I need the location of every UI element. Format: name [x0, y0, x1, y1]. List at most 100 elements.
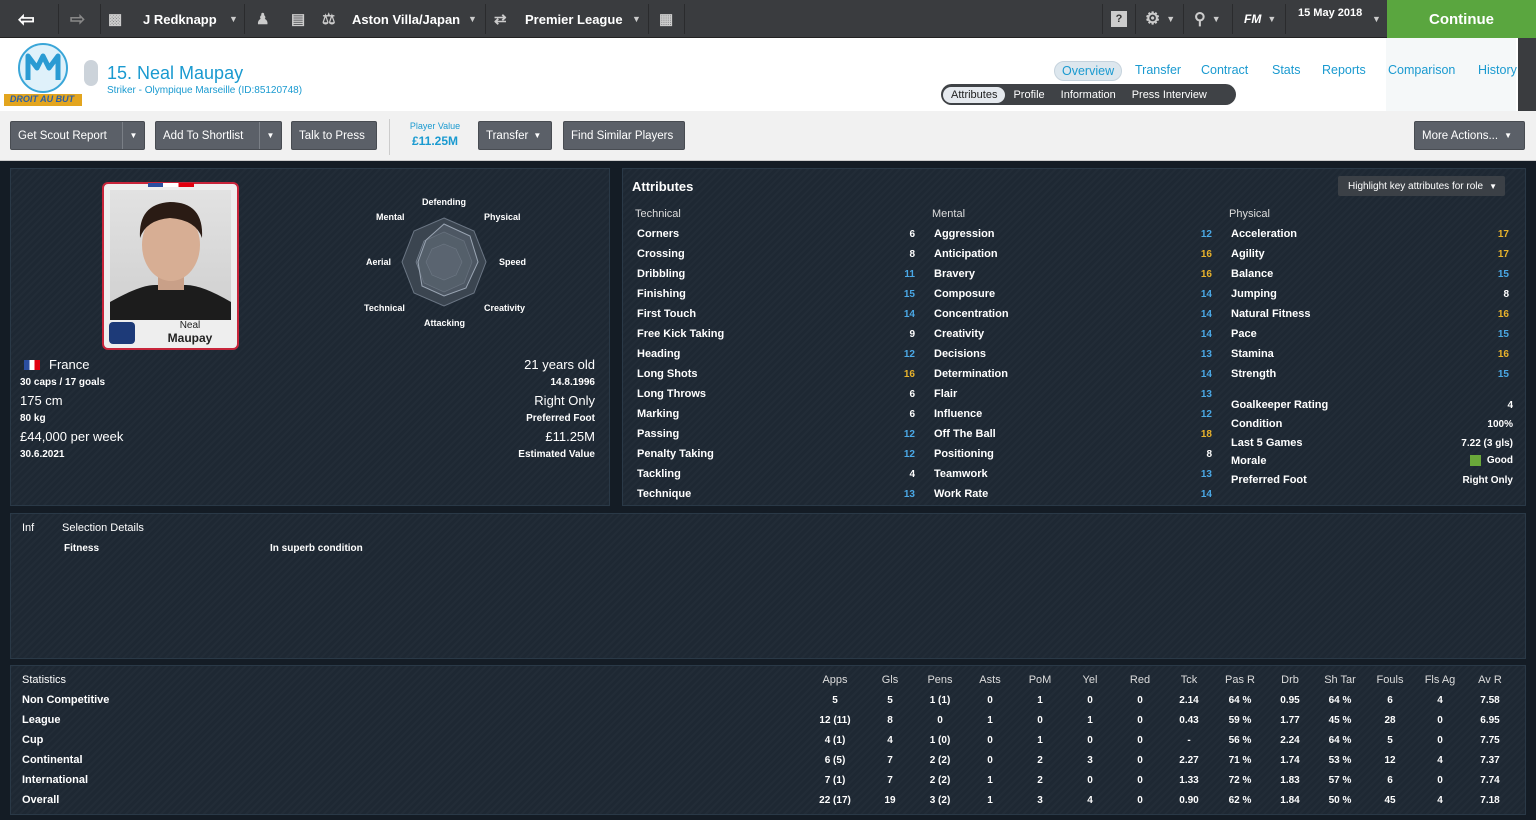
- attribute-row-stamina[interactable]: Stamina 16: [1231, 344, 1509, 364]
- stat-header-sh-tar[interactable]: Sh Tar: [1320, 674, 1360, 686]
- stat-header-av-r[interactable]: Av R: [1470, 674, 1510, 686]
- attribute-row-composure[interactable]: Composure 14: [934, 284, 1212, 304]
- attribute-row-anticipation[interactable]: Anticipation 16: [934, 244, 1212, 264]
- attribute-row-creativity[interactable]: Creativity 14: [934, 324, 1212, 344]
- attribute-row-strength[interactable]: Strength 15: [1231, 364, 1509, 384]
- club-dropdown-icon[interactable]: ▼: [468, 0, 477, 38]
- chevron-down-icon[interactable]: ▼: [259, 122, 281, 149]
- subtab-profile[interactable]: Profile: [1005, 87, 1052, 103]
- shortlist-button[interactable]: Add To Shortlist ▼: [155, 121, 282, 150]
- attribute-row-free-kick-taking[interactable]: Free Kick Taking 9: [637, 324, 915, 344]
- attribute-row-long-throws[interactable]: Long Throws 6: [637, 384, 915, 404]
- subtab-information[interactable]: Information: [1053, 87, 1124, 103]
- continue-button[interactable]: Continue: [1387, 0, 1536, 38]
- stat-header-red[interactable]: Red: [1120, 674, 1160, 686]
- stat-header-drb[interactable]: Drb: [1270, 674, 1310, 686]
- tab-transfer[interactable]: Transfer: [1135, 63, 1181, 77]
- fm-menu[interactable]: FM ▼: [1244, 0, 1276, 38]
- attribute-row-off-the-ball[interactable]: Off The Ball 18: [934, 424, 1212, 444]
- clipboard-icon[interactable]: ▤: [291, 0, 305, 38]
- stat-header-pom[interactable]: PoM: [1020, 674, 1060, 686]
- attribute-row-long-shots[interactable]: Long Shots 16: [637, 364, 915, 384]
- manager-menu[interactable]: J Redknapp: [143, 0, 217, 38]
- chevron-down-icon[interactable]: ▼: [122, 122, 144, 149]
- help-icon[interactable]: ?: [1111, 0, 1127, 38]
- attribute-row-finishing[interactable]: Finishing 15: [637, 284, 915, 304]
- stat-header-pas-r[interactable]: Pas R: [1220, 674, 1260, 686]
- find-similar-button[interactable]: Find Similar Players: [563, 121, 685, 150]
- manager-dropdown-icon[interactable]: ▼: [229, 0, 238, 38]
- tab-history[interactable]: History: [1478, 63, 1517, 77]
- talk-to-press-button[interactable]: Talk to Press: [291, 121, 377, 150]
- attribute-row-concentration[interactable]: Concentration 14: [934, 304, 1212, 324]
- attribute-row-positioning[interactable]: Positioning 8: [934, 444, 1212, 464]
- nationality[interactable]: France: [49, 357, 89, 372]
- attribute-row-agility[interactable]: Agility 17: [1231, 244, 1509, 264]
- more-actions-button[interactable]: More Actions... ▼: [1414, 121, 1525, 150]
- attribute-row-pace[interactable]: Pace 15: [1231, 324, 1509, 344]
- transfer-button[interactable]: Transfer ▼: [478, 121, 552, 150]
- attribute-row-jumping[interactable]: Jumping 8: [1231, 284, 1509, 304]
- back-icon[interactable]: ⇦: [18, 0, 35, 38]
- attribute-row-preferred-foot[interactable]: Preferred Foot Right Only: [1231, 470, 1513, 490]
- tab-comparison[interactable]: Comparison: [1388, 63, 1455, 77]
- attribute-row-first-touch[interactable]: First Touch 14: [637, 304, 915, 324]
- attribute-row-influence[interactable]: Influence 12: [934, 404, 1212, 424]
- attribute-row-dribbling[interactable]: Dribbling 11: [637, 264, 915, 284]
- people-icon[interactable]: ♟: [256, 0, 269, 38]
- calendar-icon[interactable]: ▦: [659, 0, 673, 38]
- attribute-row-morale[interactable]: Morale Good: [1231, 451, 1513, 471]
- attribute-row-bravery[interactable]: Bravery 16: [934, 264, 1212, 284]
- league-dropdown-icon[interactable]: ▼: [632, 0, 641, 38]
- scales-icon[interactable]: ⚖: [322, 0, 335, 38]
- attribute-row-work-rate[interactable]: Work Rate 14: [934, 484, 1212, 504]
- transfer-arrows-icon[interactable]: ⇄: [494, 0, 507, 38]
- tab-contract[interactable]: Contract: [1201, 63, 1248, 77]
- stat-header-fls-ag[interactable]: Fls Ag: [1420, 674, 1460, 686]
- attribute-row-corners[interactable]: Corners 6: [637, 224, 915, 244]
- attribute-row-decisions[interactable]: Decisions 13: [934, 344, 1212, 364]
- tab-overview[interactable]: Overview: [1054, 61, 1123, 81]
- stat-header-fouls[interactable]: Fouls: [1370, 674, 1410, 686]
- globe-icon[interactable]: ⚙ ▼: [1145, 0, 1175, 38]
- attribute-row-marking[interactable]: Marking 6: [637, 404, 915, 424]
- league-menu[interactable]: Premier League: [525, 0, 623, 38]
- attribute-row-goalkeeper-rating[interactable]: Goalkeeper Rating 4: [1231, 395, 1513, 415]
- attribute-row-crossing[interactable]: Crossing 8: [637, 244, 915, 264]
- stat-header-yel[interactable]: Yel: [1070, 674, 1110, 686]
- attribute-row-natural-fitness[interactable]: Natural Fitness 16: [1231, 304, 1509, 324]
- subtab-attributes[interactable]: Attributes: [943, 86, 1006, 103]
- stat-header-gls[interactable]: Gls: [870, 674, 910, 686]
- subtab-press-interview[interactable]: Press Interview: [1124, 87, 1215, 103]
- attribute-value: 17: [1497, 228, 1509, 240]
- stat-header-asts[interactable]: Asts: [970, 674, 1010, 686]
- club-menu[interactable]: Aston Villa/Japan: [352, 0, 460, 38]
- stat-header-apps[interactable]: Apps: [815, 674, 855, 686]
- attribute-row-tackling[interactable]: Tackling 4: [637, 464, 915, 484]
- attribute-row-technique[interactable]: Technique 13: [637, 484, 915, 504]
- side-panel-strip[interactable]: [1518, 38, 1536, 111]
- tab-reports[interactable]: Reports: [1322, 63, 1366, 77]
- attribute-row-aggression[interactable]: Aggression 12: [934, 224, 1212, 244]
- forward-icon[interactable]: ⇨: [70, 0, 85, 38]
- player-toggle-icon[interactable]: [84, 60, 98, 86]
- date-dropdown-icon[interactable]: ▼: [1372, 0, 1381, 38]
- attribute-row-penalty-taking[interactable]: Penalty Taking 12: [637, 444, 915, 464]
- attribute-row-condition[interactable]: Condition 100%: [1231, 414, 1513, 434]
- attribute-row-balance[interactable]: Balance 15: [1231, 264, 1509, 284]
- attribute-row-flair[interactable]: Flair 13: [934, 384, 1212, 404]
- stat-header-pens[interactable]: Pens: [920, 674, 960, 686]
- car-icon[interactable]: ▩: [108, 0, 122, 38]
- attribute-row-teamwork[interactable]: Teamwork 13: [934, 464, 1212, 484]
- attribute-row-acceleration[interactable]: Acceleration 17: [1231, 224, 1509, 244]
- stat-header-tck[interactable]: Tck: [1169, 674, 1209, 686]
- highlight-role-dropdown[interactable]: Highlight key attributes for role ▼: [1338, 176, 1505, 196]
- radar-label-mental: Mental: [376, 212, 405, 222]
- attribute-row-passing[interactable]: Passing 12: [637, 424, 915, 444]
- attribute-row-last-5-games[interactable]: Last 5 Games 7.22 (3 gls): [1231, 433, 1513, 453]
- search-icon[interactable]: ⚲ ▼: [1194, 0, 1221, 38]
- attribute-row-determination[interactable]: Determination 14: [934, 364, 1212, 384]
- tab-stats[interactable]: Stats: [1272, 63, 1301, 77]
- scout-report-button[interactable]: Get Scout Report ▼: [10, 121, 145, 150]
- attribute-row-heading[interactable]: Heading 12: [637, 344, 915, 364]
